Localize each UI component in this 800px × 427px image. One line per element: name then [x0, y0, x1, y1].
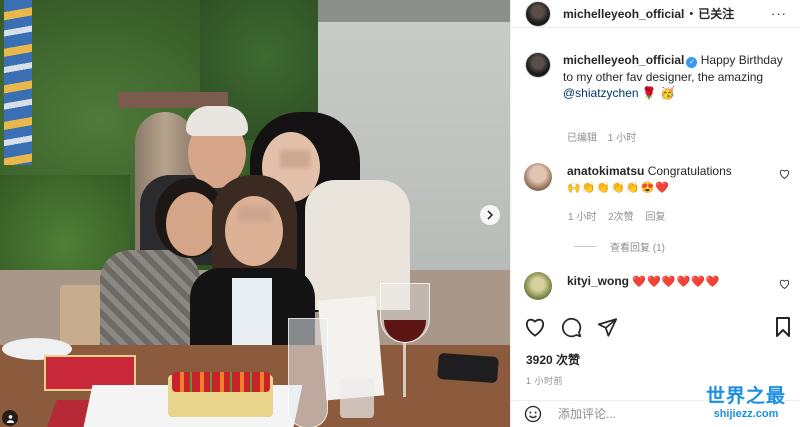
person-man-hair: [186, 106, 248, 136]
author-username[interactable]: michelleyeoh_official: [563, 7, 684, 21]
comment-avatar[interactable]: [524, 163, 552, 191]
share-send-icon[interactable]: [596, 316, 618, 338]
comment-username[interactable]: anatokimatsu: [567, 164, 644, 178]
site-watermark: 世界之最 shijiezz.com: [692, 381, 800, 420]
watermark-url: shijiezz.com: [713, 408, 779, 420]
person-left-body: [100, 250, 200, 350]
comment-body: kityi_wong ❤️❤️❤️❤️❤️❤️: [567, 272, 767, 300]
comment-time: 1 小时: [568, 212, 597, 223]
emoji-smiley-icon[interactable]: [524, 405, 542, 423]
likes-count[interactable]: 3920 次赞: [526, 351, 580, 368]
comment-reply-button[interactable]: 回复: [645, 212, 665, 223]
user-tag-icon[interactable]: [2, 410, 18, 426]
watermark-title: 世界之最: [705, 385, 786, 407]
chevron-right-icon: [487, 210, 494, 220]
add-comment-input[interactable]: [558, 407, 678, 421]
replies-divider: [574, 246, 596, 247]
person-icon: [6, 414, 14, 423]
comment-item: kityi_wong ❤️❤️❤️❤️❤️❤️: [524, 272, 800, 300]
post-header: michelleyeoh_official • 已关注 ···: [511, 0, 800, 28]
face-blur: [280, 150, 310, 168]
photo-glass-stem: [403, 342, 406, 397]
comment-meta: 1 小时 2次赞 回复: [568, 208, 665, 223]
caption-emoji: 🌹 🥳: [641, 86, 676, 100]
photo-jar: [340, 378, 374, 418]
comment-username[interactable]: kityi_wong: [567, 274, 629, 288]
face-blur: [238, 206, 272, 222]
carousel-next-button[interactable]: [480, 205, 500, 225]
view-replies-label: 查看回复 (1): [610, 243, 665, 254]
comment-bubble-icon[interactable]: [560, 316, 582, 338]
comment-emojis: ❤️❤️❤️❤️❤️❤️: [632, 276, 721, 288]
more-options-icon[interactable]: ···: [771, 6, 787, 21]
comment-emojis: 🙌👏👏👏👏😍❤️: [567, 182, 670, 194]
verified-badge-icon: ✓: [686, 57, 698, 68]
like-comment-heart-icon[interactable]: [779, 169, 790, 182]
comment-avatar[interactable]: [524, 272, 552, 300]
caption-time: 1 小时: [607, 133, 637, 144]
comment-body: anatokimatsu Congratulations 🙌👏👏👏👏😍❤️: [567, 163, 767, 196]
photo-glass: [288, 318, 328, 427]
caption-edited-label: 已编辑: [567, 133, 597, 144]
photo-phone: [437, 352, 499, 384]
comment-text: Congratulations: [647, 164, 732, 178]
like-heart-icon[interactable]: [524, 316, 546, 338]
view-replies-button[interactable]: 查看回复 (1): [574, 239, 665, 254]
comment-likes[interactable]: 2次赞: [608, 212, 634, 223]
caption-username[interactable]: michelleyeoh_official: [563, 53, 684, 67]
post-photo[interactable]: [0, 0, 510, 427]
post-actions-bar: [524, 314, 794, 340]
save-bookmark-icon[interactable]: [772, 316, 794, 338]
caption-meta: 已编辑 1 小时: [567, 129, 636, 144]
person-left-face: [166, 192, 218, 256]
person-center-shirt: [232, 278, 272, 348]
photo-flag: [4, 0, 32, 165]
photo-wall-top: [318, 0, 510, 22]
separator-dot: •: [689, 7, 694, 20]
comment-item: anatokimatsu Congratulations 🙌👏👏👏👏😍❤️: [524, 163, 800, 196]
like-comment-heart-icon[interactable]: [779, 279, 790, 292]
follow-status-button[interactable]: 已关注: [698, 5, 734, 22]
photo-cake-berries: [172, 372, 270, 392]
caption-text: michelleyeoh_official ✓ Happy Birthday to…: [563, 52, 783, 102]
caption-avatar[interactable]: [525, 52, 551, 78]
caption-mention-link[interactable]: @shiatzychen: [563, 86, 639, 100]
post-time: 1 小时前: [526, 376, 564, 386]
post-caption: michelleyeoh_official ✓ Happy Birthday to…: [525, 52, 795, 102]
author-avatar[interactable]: [525, 0, 551, 27]
